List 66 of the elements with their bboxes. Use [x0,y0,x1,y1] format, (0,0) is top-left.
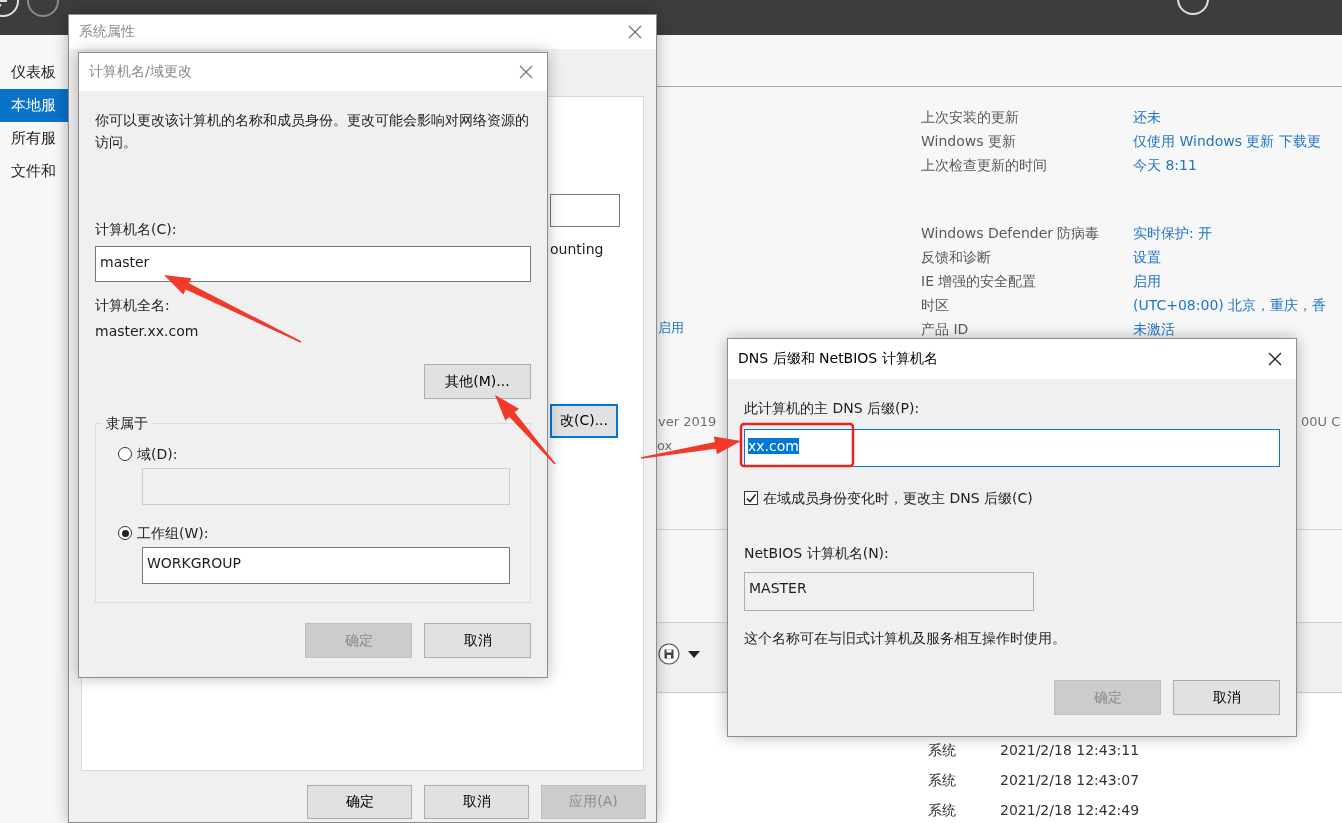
dialog-button[interactable]: 确定 [307,785,412,819]
window-title: 系统属性 [79,23,135,41]
property-label: IE 增强的安全配置 [921,272,1038,291]
netbios-name-field: MASTER [744,572,1034,611]
caret-icon[interactable] [688,650,700,658]
dns-suffix-field[interactable]: xx.com [744,429,1280,467]
option-label: 域(D): [137,445,178,464]
event-time: 2021/2/18 12:43:11 [1000,741,1140,760]
full-name-text: master.xx.com [95,322,200,341]
event-source: 系统 [928,771,957,790]
field-label: NetBIOS 计算机名(N): [744,544,890,563]
property-text: ver 2019 [658,413,717,431]
property-text: ox [657,437,673,455]
property-link[interactable]: 启用 [1133,269,1342,293]
description-text: 你可以更改该计算机的名称和成员身份。更改可能会影响对网络资源的访问。 [95,111,530,152]
sidebar-item[interactable]: 仪表板 [0,56,68,89]
property-label: Windows 更新 [921,132,1017,151]
property-link[interactable]: 启用 [658,318,684,338]
property-link[interactable]: 设置 [1133,245,1342,269]
event-source: 系统 [928,801,957,820]
sidebar-item[interactable]: 文件和 [0,155,68,188]
sidebar-item[interactable]: 本地服 [0,89,68,122]
change-button[interactable]: 改(C)... [550,404,618,438]
field-label: 此计算机的主 DNS 后缀(P): [744,399,921,418]
text-field[interactable] [142,468,510,505]
dialog-button[interactable]: 取消 [424,785,529,819]
computer-name-field[interactable]: master [95,246,531,282]
close-icon [1268,352,1282,366]
property-text: 00U C [1301,413,1341,431]
property-link[interactable]: 实时保护: 开 [1133,221,1342,245]
sidebar-item[interactable]: 所有服 [0,122,68,155]
event-time: 2021/2/18 12:43:07 [1000,771,1140,790]
property-link[interactable]: (UTC+08:00) 北京，重庆，香 [1133,293,1342,317]
text-field[interactable]: WORKGROUP [142,547,510,584]
close-icon [519,65,533,79]
checkbox[interactable] [744,491,758,505]
radio-button[interactable] [118,526,132,540]
property-label: 上次检查更新的时间 [921,156,1048,175]
dialog-button[interactable]: 取消 [1173,680,1280,715]
field-label: 计算机名(C): [95,220,178,239]
text-field[interactable] [550,194,620,227]
field-label: 计算机全名: [95,296,171,315]
property-label: 反馈和诊断 [921,248,992,267]
property-label: Windows Defender 防病毒 [921,224,1101,243]
hint-text: 这个名称可在与旧式计算机及服务相互操作时使用。 [744,629,1067,648]
annotation-arrow [495,395,556,465]
option-label: ounting [550,240,604,259]
property-link[interactable]: 今天 8:11 [1133,153,1342,177]
group-title: 隶属于 [105,414,149,433]
option-label: 工作组(W): [137,524,209,543]
window-title: 计算机名/域更改 [89,63,192,81]
checkbox-label: 在域成员身份变化时，更改主 DNS 后缀(C) [763,489,1033,508]
dialog-button[interactable]: 取消 [424,623,531,658]
property-link[interactable]: 未激活 [1133,317,1342,341]
radio-button[interactable] [118,447,132,461]
property-label: 产品 ID [921,320,970,339]
window-title: DNS 后缀和 NetBIOS 计算机名 [738,350,938,368]
event-time: 2021/2/18 12:42:49 [1000,801,1140,820]
property-label: 时区 [921,296,950,315]
save-icon[interactable] [658,643,680,665]
more-button[interactable]: 其他(M)... [424,364,531,399]
property-label: 上次安装的更新 [921,108,1020,127]
property-link[interactable]: 仅使用 Windows 更新 下载更 [1133,129,1342,153]
close-icon [628,25,642,39]
property-link[interactable]: 还未 [1133,105,1342,129]
event-source: 系统 [928,741,957,760]
